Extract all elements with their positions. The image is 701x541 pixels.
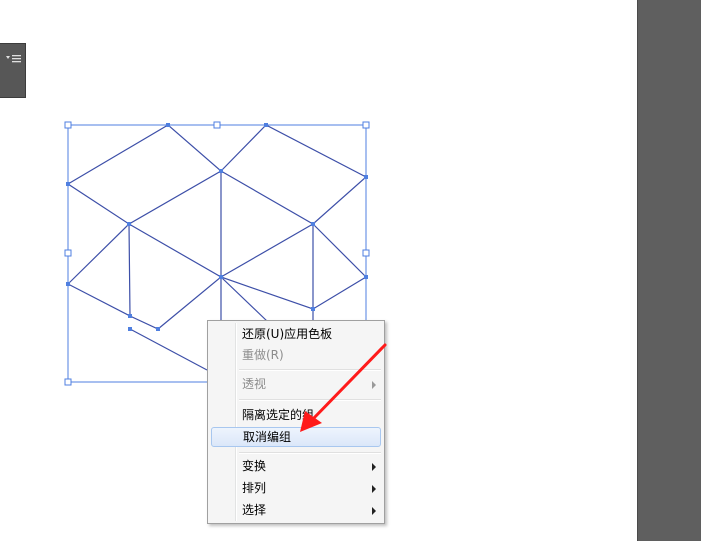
submenu-arrow-icon — [372, 485, 376, 493]
submenu-arrow-icon — [372, 507, 376, 515]
menu-item-label: 重做(R) — [242, 348, 284, 362]
left-edge-line — [67, 223, 130, 285]
menu-item-arrange[interactable]: 排列 — [211, 478, 381, 498]
center-right-face — [219, 223, 367, 310]
menu-item-transform[interactable]: 变换 — [211, 456, 381, 476]
menu-separator — [239, 452, 381, 454]
top-right-diamond — [220, 124, 368, 225]
menu-item-label: 隔离选定的组 — [242, 408, 315, 422]
menu-item-undo[interactable]: 还原(U)应用色板 — [211, 324, 381, 344]
menu-item-label: 选择 — [242, 503, 267, 517]
menu-item-label: 变换 — [242, 459, 267, 473]
menu-item-label: 还原(U)应用色板 — [242, 327, 333, 341]
center-to-right-line — [220, 276, 269, 323]
menu-item-label: 透视 — [242, 377, 267, 391]
right-panel-dock — [637, 0, 701, 541]
submenu-arrow-icon — [372, 381, 376, 389]
menu-separator — [239, 399, 381, 401]
menu-separator — [239, 369, 381, 371]
lower-left-line — [129, 328, 208, 371]
menu-item-isolate-group[interactable]: 隔离选定的组 — [211, 405, 381, 425]
menu-item-label: 取消编组 — [243, 430, 292, 444]
top-left-diamond — [66, 124, 223, 225]
submenu-arrow-icon — [372, 463, 376, 471]
left-bottom-line — [67, 283, 131, 317]
menu-item-perspective: 透视 — [211, 374, 381, 394]
context-menu[interactable]: 还原(U)应用色板 重做(R) 透视 隔离选定的组 取消编组 变换 排列 选择 — [207, 320, 385, 524]
menu-item-ungroup[interactable]: 取消编组 — [211, 427, 381, 447]
center-left-face — [128, 222, 223, 330]
menu-item-select[interactable]: 选择 — [211, 500, 381, 520]
menu-item-label: 排列 — [242, 481, 267, 495]
menu-item-redo: 重做(R) — [211, 345, 381, 365]
